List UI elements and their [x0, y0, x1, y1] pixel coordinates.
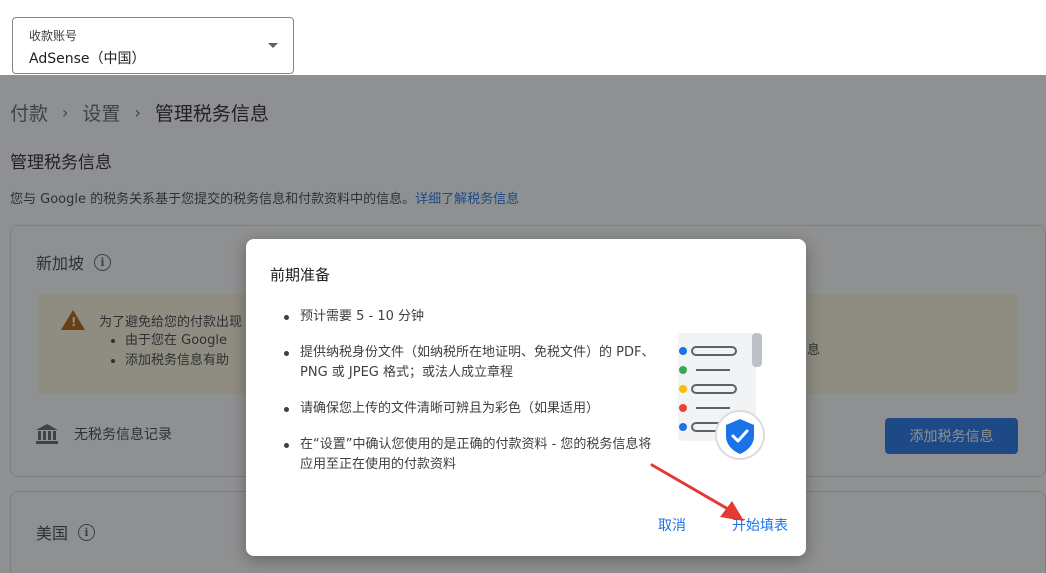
- dialog-title: 前期准备: [270, 266, 331, 284]
- account-select-value: AdSense（中国）: [29, 51, 146, 67]
- preparation-list: 预计需要 5 - 10 分钟 提供纳税身份文件（如纳税所在地证明、免税文件）的 …: [282, 307, 662, 491]
- list-item: 提供纳税身份文件（如纳税所在地证明、免税文件）的 PDF、PNG 或 JPEG …: [282, 343, 662, 383]
- list-item: 在“设置”中确认您使用的是正确的付款资料 - 您的税务信息将应用至正在使用的付款…: [282, 435, 662, 475]
- cancel-button[interactable]: 取消: [658, 515, 686, 535]
- preparation-dialog: 前期准备 预计需要 5 - 10 分钟 提供纳税身份文件（如纳税所在地证明、免税…: [246, 239, 806, 556]
- list-item: 预计需要 5 - 10 分钟: [282, 307, 662, 327]
- account-select[interactable]: 收款账号 AdSense（中国）: [12, 17, 294, 74]
- chevron-down-icon: [268, 43, 278, 48]
- document-shield-icon: [678, 333, 765, 460]
- account-select-label: 收款账号: [29, 29, 78, 43]
- list-item: 请确保您上传的文件清晰可辨且为彩色（如果适用）: [282, 399, 662, 419]
- start-form-button[interactable]: 开始填表: [732, 515, 788, 535]
